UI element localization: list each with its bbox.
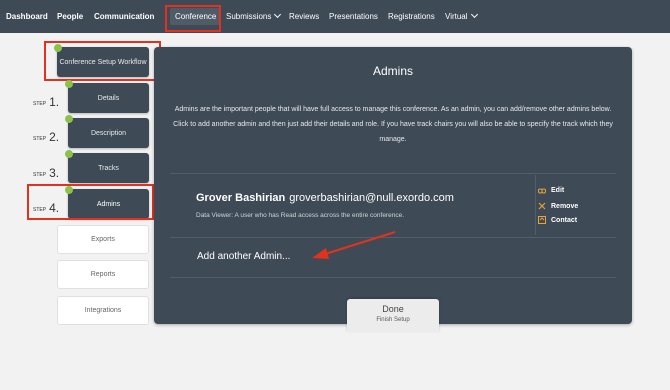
remove-icon [538,202,546,210]
step-status-dot [65,80,73,88]
admin-entry: Grover Bashirian groverbashirian@null.exo… [196,192,454,204]
step-description-button[interactable]: Description [65,115,149,148]
step-word: STEP [33,101,47,107]
add-another-admin-button[interactable]: Add another Admin... [197,251,290,262]
reports-link[interactable]: Reports [57,260,149,289]
actions-divider [535,175,536,235]
step-tracks-label: Tracks [98,164,119,172]
divider [170,237,616,238]
contact-admin-button[interactable]: Contact [538,216,577,224]
divider [170,277,616,278]
nav-communication[interactable]: Communication [94,0,154,33]
workflow-highlight-box [44,41,161,81]
nav-submissions[interactable]: Submissions [226,0,282,33]
step-number: 1. [49,95,60,109]
remove-label: Remove [551,202,579,210]
chevron-down-icon [470,10,478,19]
done-button[interactable]: Done Finish Setup [347,299,439,332]
nav-people[interactable]: People [57,0,83,33]
integrations-link[interactable]: Integrations [57,296,149,325]
step-status-dot [65,150,73,158]
step-tracks-button[interactable]: Tracks [65,150,149,183]
step-word: STEP [33,136,47,142]
nav-presentations[interactable]: Presentations [329,0,378,33]
contact-label: Contact [551,216,578,224]
panel-title: Admins [372,64,413,78]
admin-name: Grover Bashirian [196,192,286,204]
step-number: 2. [49,130,60,144]
admins-panel: Admins Admins are the important people t… [154,47,632,332]
step-label-2: STEP 2. [33,129,60,144]
finish-setup-label: Finish Setup [376,317,410,323]
step-details-label: Details [97,94,120,102]
step-label-1: STEP 1. [33,94,60,109]
remove-admin-button[interactable]: Remove [538,202,578,210]
conference-highlight-box [165,5,221,32]
admins-step-highlight-box [27,184,154,220]
step-label-3: STEP 3. [33,165,60,180]
nav-virtual[interactable]: Virtual [445,0,478,33]
chevron-down-icon [274,10,282,19]
edit-label: Edit [551,187,565,194]
contact-icon [538,216,546,224]
step-details-button[interactable]: Details [65,80,149,113]
panel-description: Admins are the important people that wil… [173,106,613,143]
nav-virtual-label: Virtual [445,12,468,21]
step-word: STEP [33,172,47,178]
nav-dashboard[interactable]: Dashboard [6,0,48,33]
nav-registrations[interactable]: Registrations [388,0,435,33]
step-status-dot [65,115,73,123]
step-description-label: Description [90,129,126,137]
nav-submissions-label: Submissions [226,12,272,21]
nav-reviews[interactable]: Reviews [289,0,319,33]
done-label: Done [382,304,404,314]
edit-admin-button[interactable]: Edit [538,187,564,194]
divider [170,173,616,174]
admin-email: groverbashirian@null.exordo.com [289,192,454,204]
step-number: 3. [49,166,60,180]
top-navigation-bar: Dashboard People Communication Conferenc… [0,0,670,33]
admin-role: Data Viewer: A user who has Read access … [196,212,404,219]
exports-link[interactable]: Exports [57,225,149,254]
link-icon [538,188,546,193]
